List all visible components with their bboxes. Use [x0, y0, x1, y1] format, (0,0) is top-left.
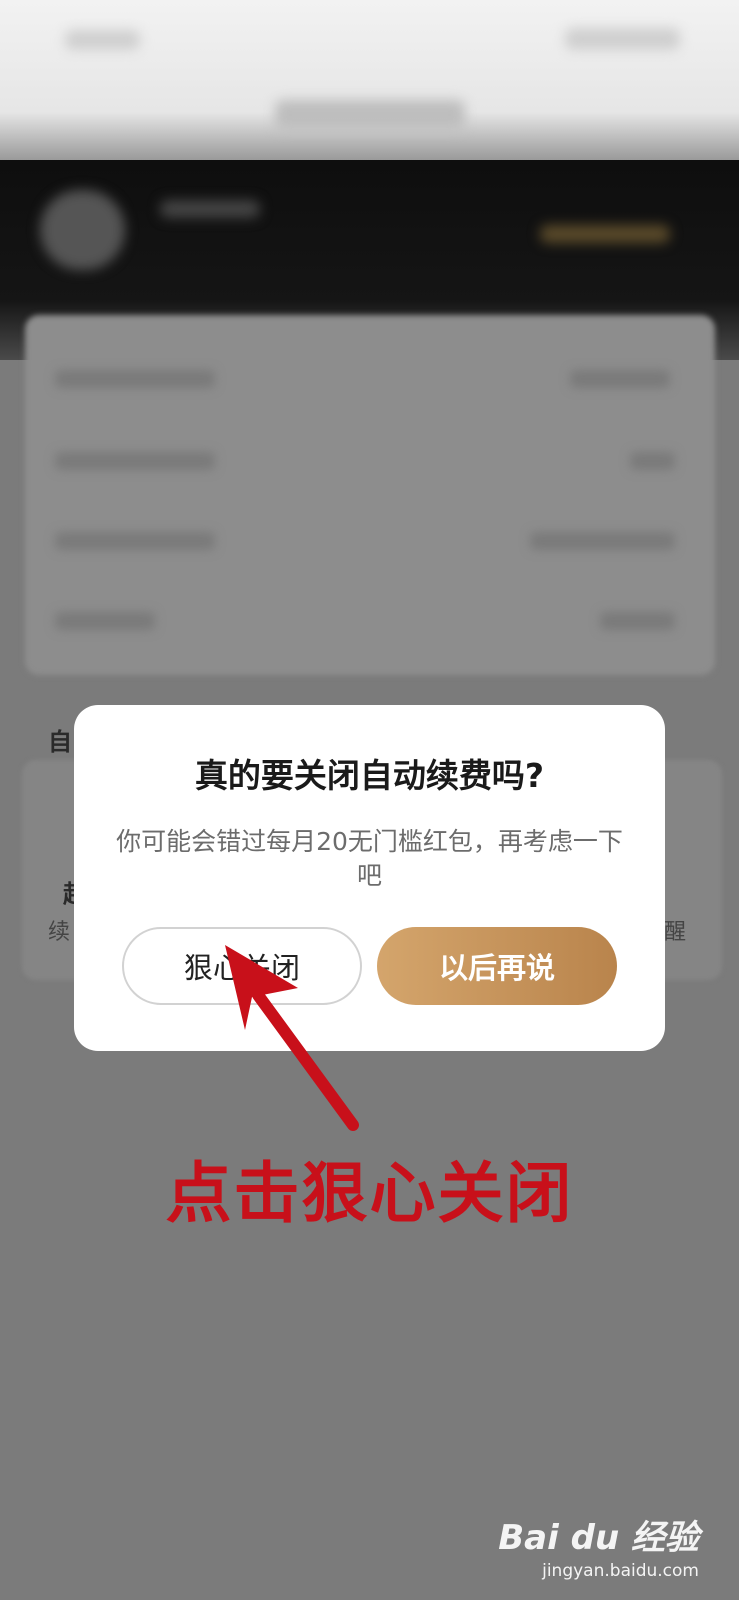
blurred-page-title [275, 100, 465, 130]
blurred-row-value [530, 532, 675, 550]
watermark-url: jingyan.baidu.com [542, 1561, 699, 1581]
blurred-section-title: 自 [48, 728, 72, 756]
blurred-row-text: 醒 [664, 920, 687, 945]
auto-renew-confirm-dialog: 真的要关闭自动续费吗? 你可能会错过每月20无门槛红包，再考虑一下吧 狠心关闭 … [74, 705, 665, 1051]
blurred-username [160, 200, 260, 218]
annotation-label: 点击狠心关闭 [165, 1155, 574, 1232]
blurred-row-text: 续 [48, 920, 71, 945]
blurred-row-value [600, 612, 675, 630]
dialog-message: 你可能会错过每月20无门槛红包，再考虑一下吧 [116, 827, 623, 890]
blurred-row-label [55, 370, 215, 388]
blurred-header [0, 0, 739, 160]
later-button[interactable]: 以后再说 [377, 927, 617, 1005]
blurred-back-button [65, 30, 140, 50]
dialog-title: 真的要关闭自动续费吗? [194, 756, 545, 795]
blurred-header-action [565, 28, 680, 50]
blurred-row-label [55, 612, 155, 630]
blurred-row-value [630, 452, 675, 470]
baidu-jingyan-watermark: Bai du 经验 jingyan.baidu.com [498, 1510, 699, 1581]
blurred-row-label [55, 532, 215, 550]
blurred-row-label [55, 452, 215, 470]
blurred-row-value [570, 370, 670, 388]
confirm-close-button[interactable]: 狠心关闭 [122, 927, 362, 1005]
blurred-avatar [40, 190, 125, 270]
blurred-banner-action [540, 225, 670, 243]
watermark-logo: Bai du 经验 [498, 1518, 699, 1558]
